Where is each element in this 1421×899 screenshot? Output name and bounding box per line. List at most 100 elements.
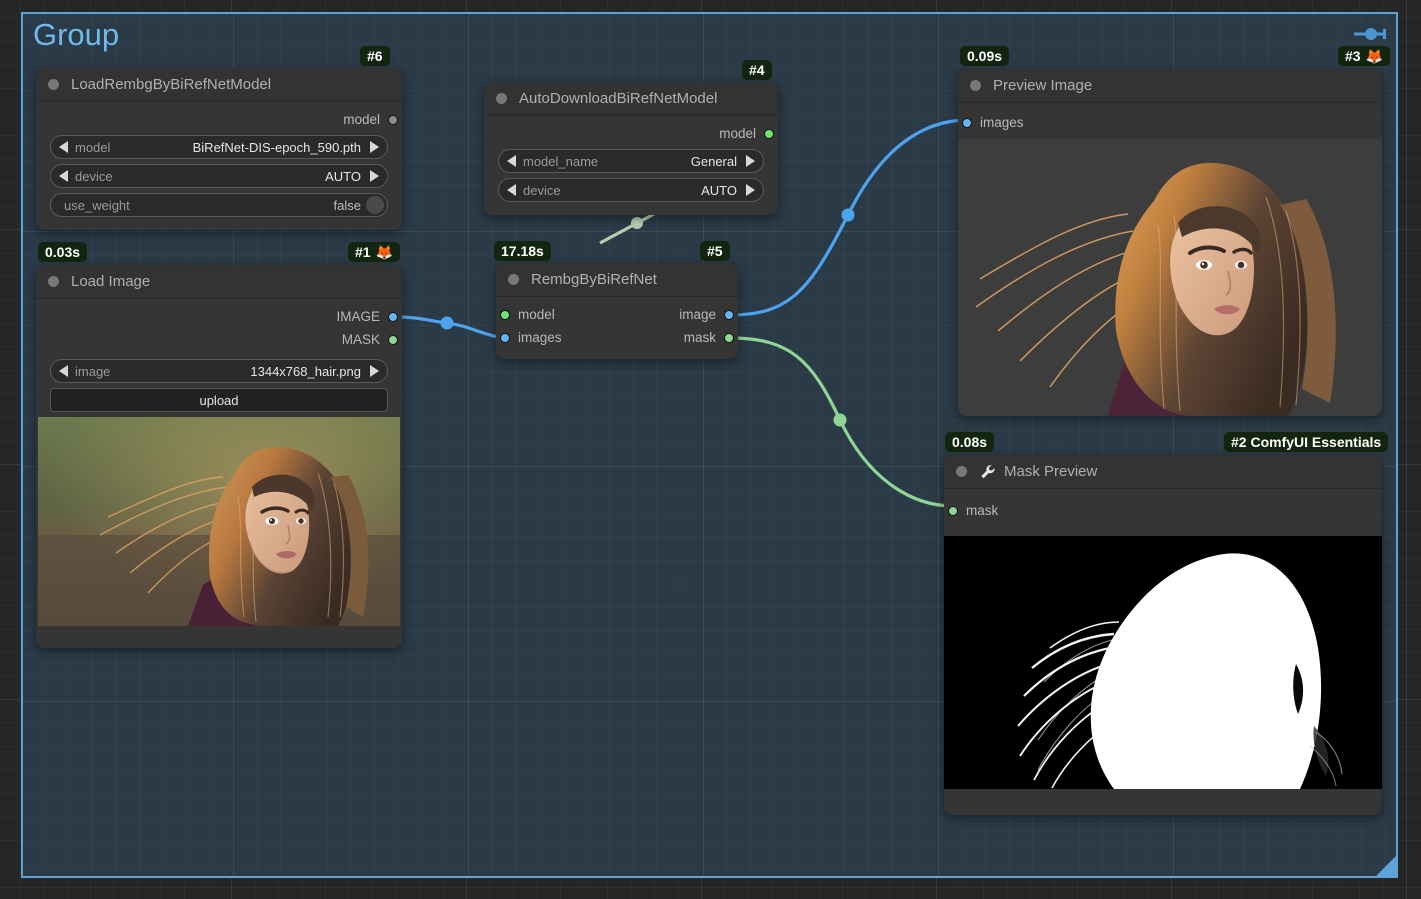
slot-dot-image-icon[interactable] xyxy=(388,311,398,322)
input-slot-images[interactable]: images xyxy=(958,111,1382,134)
slot-dot-image-icon[interactable] xyxy=(724,309,734,320)
output-slot-mask[interactable]: MASK xyxy=(36,328,402,351)
chevron-left-icon[interactable] xyxy=(59,170,68,182)
node-body: model image images mask xyxy=(496,297,738,359)
node-header[interactable]: Load Image xyxy=(36,265,402,299)
widget-image[interactable]: image 1344x768_hair.png xyxy=(50,359,388,383)
exec-time-label: 0.08s xyxy=(952,434,988,450)
slot-label: model xyxy=(719,126,756,141)
slot-dot-images-icon[interactable] xyxy=(962,117,972,128)
chevron-left-icon[interactable] xyxy=(59,365,68,377)
badge-id: #4 xyxy=(749,62,765,78)
output-slot-image[interactable]: IMAGE xyxy=(36,305,402,328)
slot-label: MASK xyxy=(341,332,380,347)
collapse-dot-icon[interactable] xyxy=(48,79,59,90)
chevron-right-icon[interactable] xyxy=(370,141,379,153)
toggle-knob-icon[interactable] xyxy=(366,196,384,214)
image-preview-result[interactable] xyxy=(958,139,1382,416)
widget-device[interactable]: device AUTO xyxy=(498,178,764,202)
chevron-right-icon[interactable] xyxy=(746,184,755,196)
node-body: model model_name General device AUTO xyxy=(484,116,778,215)
collapse-dot-icon[interactable] xyxy=(956,466,967,477)
upload-button[interactable]: upload xyxy=(50,388,388,412)
widget-value: BiRefNet-DIS-epoch_590.pth xyxy=(192,139,361,155)
node-title: AutoDownloadBiRefNetModel xyxy=(519,90,718,107)
widget-value: General xyxy=(690,153,737,169)
badge-id: #6 xyxy=(367,48,383,64)
node-badge-3: #3 🦊 xyxy=(1338,46,1391,66)
node-header[interactable]: Preview Image xyxy=(958,69,1382,103)
exec-time-label: 0.03s xyxy=(45,244,81,260)
node-header[interactable]: AutoDownloadBiRefNetModel xyxy=(484,82,778,116)
output-slot-model[interactable]: model xyxy=(484,122,778,145)
chevron-left-icon[interactable] xyxy=(507,155,516,167)
node-rembg-by-birefnet[interactable]: RembgByBiRefNet model image images mask xyxy=(496,263,738,359)
widget-list: image 1344x768_hair.png upload xyxy=(36,351,402,412)
chevron-left-icon[interactable] xyxy=(59,141,68,153)
node-load-image[interactable]: Load Image IMAGE MASK image 1344x768_hai… xyxy=(36,265,402,648)
collapse-dot-icon[interactable] xyxy=(508,274,519,285)
widget-list: model BiRefNet-DIS-epoch_590.pth device … xyxy=(36,131,402,217)
widget-value: 1344x768_hair.png xyxy=(250,363,361,379)
widget-model-name[interactable]: model_name General xyxy=(498,149,764,173)
widget-name: image xyxy=(75,363,111,379)
node-auto-download-model[interactable]: AutoDownloadBiRefNetModel model model_na… xyxy=(484,82,778,215)
node-graph-canvas[interactable]: Group #6 LoadRembgByBiRefNetModel model … xyxy=(0,0,1421,899)
node-body: images xyxy=(958,103,1382,416)
badge-id: #3 xyxy=(1345,48,1361,64)
wrench-icon xyxy=(979,463,997,481)
collapse-dot-icon[interactable] xyxy=(48,276,59,287)
collapse-dot-icon[interactable] xyxy=(970,80,981,91)
node-exec-time-5: 17.18s xyxy=(494,241,551,261)
input-slot-mask[interactable]: mask xyxy=(944,499,1382,522)
node-body: mask xyxy=(944,489,1382,815)
collapse-dot-icon[interactable] xyxy=(496,93,507,104)
exec-time-label: 17.18s xyxy=(501,243,544,259)
chevron-right-icon[interactable] xyxy=(370,365,379,377)
slot-dot-model-icon[interactable] xyxy=(388,114,398,125)
chevron-right-icon[interactable] xyxy=(746,155,755,167)
node-badge-4: #4 xyxy=(742,60,772,80)
slot-dot-mask-icon[interactable] xyxy=(724,332,734,343)
node-body: model model BiRefNet-DIS-epoch_590.pth d… xyxy=(36,102,402,230)
image-preview-loaded[interactable] xyxy=(38,417,400,626)
fox-emoji-icon: 🦊 xyxy=(1365,48,1384,64)
node-load-rembg-model[interactable]: LoadRembgByBiRefNetModel model model BiR… xyxy=(36,68,402,230)
exec-time-label: 0.09s xyxy=(967,48,1003,64)
node-header[interactable]: Mask Preview xyxy=(944,455,1382,489)
slot-dot-mask-icon[interactable] xyxy=(948,505,958,516)
slot-label: model xyxy=(343,112,380,127)
widget-model[interactable]: model BiRefNet-DIS-epoch_590.pth xyxy=(50,135,388,159)
widget-use-weight[interactable]: use_weight false xyxy=(50,193,388,217)
slot-dot-mask-icon[interactable] xyxy=(388,334,398,345)
node-badge-2: #2 ComfyUI Essentials xyxy=(1224,432,1389,452)
chevron-right-icon[interactable] xyxy=(370,170,379,182)
slot-dot-model-icon[interactable] xyxy=(500,309,510,320)
link-node-icon[interactable] xyxy=(1354,24,1388,44)
node-preview-image[interactable]: Preview Image images xyxy=(958,69,1382,416)
widget-value: false xyxy=(333,197,361,213)
slot-dot-model-icon[interactable] xyxy=(764,128,774,139)
node-exec-time-1: 0.03s xyxy=(38,242,88,262)
mask-image xyxy=(944,536,1382,789)
slot-dot-images-icon[interactable] xyxy=(500,332,510,343)
chevron-left-icon[interactable] xyxy=(507,184,516,196)
fox-emoji-icon: 🦊 xyxy=(375,244,394,260)
widget-name: device xyxy=(75,168,113,184)
node-title: Load Image xyxy=(71,273,151,290)
slot-label: mask xyxy=(966,503,999,518)
node-header[interactable]: LoadRembgByBiRefNetModel xyxy=(36,68,402,102)
group-title[interactable]: Group xyxy=(33,17,119,53)
slot-row-images-mask: images mask xyxy=(496,326,738,349)
loaded-image xyxy=(38,417,400,626)
output-slot-model[interactable]: model xyxy=(36,108,402,131)
widget-value: AUTO xyxy=(325,168,361,184)
widget-name: device xyxy=(523,182,561,198)
widget-list: model_name General device AUTO xyxy=(484,145,778,202)
image-preview-mask[interactable] xyxy=(944,536,1382,789)
node-mask-preview[interactable]: Mask Preview mask xyxy=(944,455,1382,815)
widget-device[interactable]: device AUTO xyxy=(50,164,388,188)
node-header[interactable]: RembgByBiRefNet xyxy=(496,263,738,297)
widget-value: AUTO xyxy=(701,182,737,198)
group-resize-handle[interactable] xyxy=(1376,856,1396,876)
